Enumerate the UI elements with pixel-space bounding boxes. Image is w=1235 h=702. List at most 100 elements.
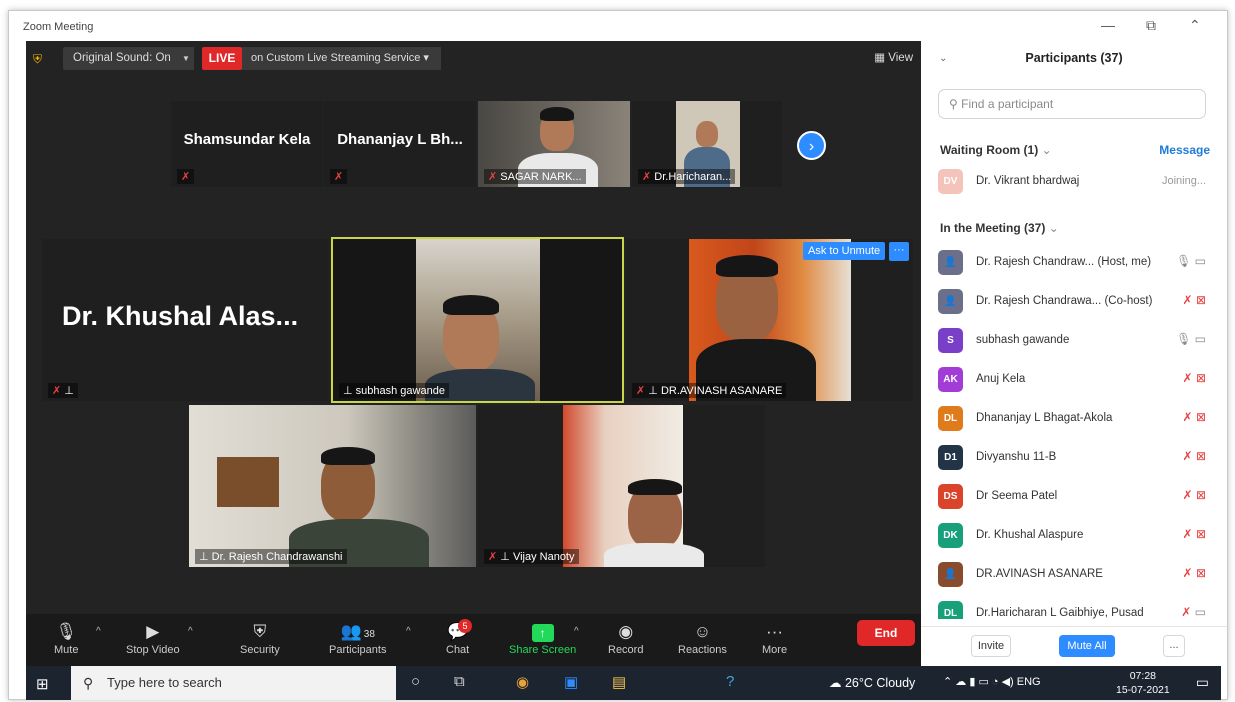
video-camera-icon: ▭ [1194, 254, 1206, 268]
participants-panel: ⌄ Participants (37) ⚲ Find a participant… [921, 41, 1227, 666]
next-page-button[interactable]: › [797, 131, 826, 160]
participant-row[interactable]: AK Anuj Kela ✗ ⊠ [938, 365, 1210, 393]
view-button[interactable]: ▦ View [874, 50, 913, 64]
avatar: AK [938, 367, 963, 392]
find-participant-input[interactable]: ⚲ Find a participant [938, 89, 1206, 119]
collapse-button[interactable]: ⌃ [1189, 17, 1201, 34]
restore-button[interactable]: ⧉ [1146, 17, 1156, 34]
share-screen-icon: ↑ [509, 622, 576, 644]
video-tile-vijay[interactable]: ✗ ⊥ Vijay Nanoty [478, 405, 765, 567]
video-tile-shamsundar[interactable]: Shamsundar Kela ✗ [171, 101, 323, 187]
search-icon: ⚲ [83, 675, 94, 691]
ask-to-unmute-button[interactable]: Ask to Unmute [803, 242, 886, 260]
microphone-icon: 🎙 [55, 622, 78, 641]
participant-hair [628, 479, 682, 495]
participant-row[interactable]: 👤 Dr. Rajesh Chandrawa... (Co-host) ✗ ⊠ [938, 287, 1210, 315]
participant-row[interactable]: DK Dr. Khushal Alaspure ✗ ⊠ [938, 521, 1210, 549]
original-sound-toggle[interactable]: Original Sound: On [63, 47, 181, 70]
participants-button[interactable]: 👥 38 Participants [329, 622, 386, 656]
participant-row[interactable]: DS Dr Seema Patel ✗ ⊠ [938, 482, 1210, 510]
chat-button[interactable]: 💬 5 Chat [446, 619, 472, 656]
video-off-icon: ⊠ [1195, 566, 1206, 580]
video-tile-dhananjay[interactable]: Dhananjay L Bh... ✗ [324, 101, 476, 187]
system-tray[interactable]: ⌃ ☁ ▮ ▭ ◔ ◀) ENG [943, 675, 1041, 688]
microphone-muted-icon: ✗ [1182, 293, 1193, 307]
cortana-icon[interactable]: ○ [411, 673, 420, 690]
panel-more-button[interactable]: ... [1163, 635, 1185, 657]
panel-title: Participants (37) [1025, 51, 1123, 65]
zoom-icon[interactable]: ▣ [564, 673, 578, 691]
video-tile-rajesh[interactable]: ⊥ Dr. Rajesh Chandrawanshi [189, 405, 476, 567]
chrome-icon[interactable]: ◉ [516, 673, 529, 691]
participant-hair [540, 107, 574, 121]
avatar: DK [938, 523, 963, 548]
taskbar-clock[interactable]: 07:28 15-07-2021 [1116, 669, 1170, 697]
mute-button[interactable]: 🎙 Mute [54, 622, 78, 656]
participant-av-icons: ✗ ⊠ [1183, 488, 1206, 502]
waiting-room-header[interactable]: Waiting Room (1) ⌄ [940, 143, 1052, 157]
message-link[interactable]: Message [1159, 143, 1210, 157]
help-icon[interactable]: ? [726, 673, 734, 690]
participant-label: ✗ Dr.Haricharan... [638, 169, 736, 184]
invite-button[interactable]: Invite [971, 635, 1011, 657]
video-tile-haricharan[interactable]: ✗ Dr.Haricharan... [632, 101, 782, 187]
taskbar-search-input[interactable]: ⚲ Type here to search [71, 666, 396, 700]
mute-all-button[interactable]: Mute All [1059, 635, 1115, 657]
participant-av-icons: ✗ ⊠ [1183, 527, 1206, 541]
chevron-up-icon[interactable]: ^ [188, 626, 193, 637]
shield-icon[interactable]: ⛨ [33, 52, 47, 66]
chevron-up-icon[interactable]: ^ [96, 626, 101, 637]
security-button[interactable]: ⛨ Security [240, 622, 280, 656]
participant-label: ⊥ subhash gawande [339, 383, 449, 398]
participant-row[interactable]: DL Dr.Haricharan L Gaibhiye, Pusad ✗ ▭ [938, 599, 1210, 619]
more-button[interactable]: ··· More [762, 622, 787, 656]
video-tile-avinash[interactable]: ✗ ⊥ DR.AVINASH ASANARE [626, 239, 913, 401]
participant-row[interactable]: D1 Divyanshu 11-B ✗ ⊠ [938, 443, 1210, 471]
record-button[interactable]: ◉ Record [608, 622, 643, 656]
participant-name: Vijay Nanoty [512, 551, 575, 563]
windows-start-icon[interactable]: ⊞ [36, 675, 49, 693]
tile-more-button[interactable]: ··· [889, 242, 909, 261]
chevron-down-icon[interactable]: ▼ [178, 47, 194, 70]
participant-name: DR.AVINASH ASANARE [660, 385, 783, 397]
chevron-up-icon[interactable]: ^ [406, 626, 411, 637]
participant-row[interactable]: S subhash gawande 🎙 ▭ [938, 326, 1210, 354]
search-icon: ⚲ [949, 97, 958, 111]
minimize-button[interactable]: — [1101, 17, 1115, 33]
participant-face [696, 121, 718, 147]
participant-name: Dr.Haricharan L Gaibhiye, Pusad [976, 607, 1144, 619]
reactions-button[interactable]: ☺ Reactions [678, 622, 727, 656]
file-explorer-icon[interactable]: ▤ [612, 673, 626, 691]
in-meeting-header[interactable]: In the Meeting (37) ⌄ [940, 221, 1059, 235]
video-tile-subhash-active-speaker[interactable]: ⊥ subhash gawande [331, 237, 624, 403]
waiting-participant-row[interactable]: DV Dr. Vikrant bhardwaj Joining... [938, 167, 1210, 195]
end-meeting-button[interactable]: End [857, 620, 915, 646]
microphone-muted-icon: ✗ [1181, 605, 1192, 619]
participant-row[interactable]: 👤 Dr. Rajesh Chandraw... (Host, me) 🎙 ▭ [938, 248, 1210, 276]
stop-video-button[interactable]: ▶ Stop Video [126, 622, 180, 656]
participant-av-icons: ✗ ⊠ [1183, 371, 1206, 385]
tile-status-icons: ✗ ⊥ [48, 383, 78, 398]
chevron-up-icon[interactable]: ^ [574, 626, 579, 637]
participant-row[interactable]: 👤 DR.AVINASH ASANARE ✗ ⊠ [938, 560, 1210, 588]
video-off-icon: ⊠ [1195, 410, 1206, 424]
meeting-top-bar: ⛨ Original Sound: On ▼ LIVE on Custom Li… [26, 47, 921, 71]
streaming-service-dropdown[interactable]: on Custom Live Streaming Service ▾ [242, 47, 441, 70]
video-tile-sagar[interactable]: ✗ SAGAR NARK... [478, 101, 630, 187]
participant-row[interactable]: DL Dhananjay L Bhagat-Akola ✗ ⊠ [938, 404, 1210, 432]
participant-label: ✗ SAGAR NARK... [484, 169, 586, 184]
avatar: DV [938, 169, 963, 194]
participant-hair [443, 295, 499, 315]
notification-icon[interactable]: ▭ [1196, 674, 1209, 691]
participant-name: Shamsundar Kela [183, 131, 311, 149]
weather-widget[interactable]: ☁ 26°C Cloudy [829, 675, 915, 690]
participant-name: Dr. Rajesh Chandraw... (Host, me) [976, 256, 1152, 268]
share-screen-button[interactable]: ↑ Share Screen [509, 622, 576, 656]
record-icon: ◉ [618, 622, 634, 641]
live-badge[interactable]: LIVE [202, 47, 242, 70]
wall-frame [217, 457, 279, 507]
video-camera-icon: ▭ [1194, 605, 1206, 619]
task-view-icon[interactable]: ⧉ [454, 673, 465, 690]
video-camera-icon: ▭ [1194, 332, 1206, 346]
video-tile-khushal[interactable]: Dr. Khushal Alas... ✗ ⊥ [42, 239, 329, 401]
